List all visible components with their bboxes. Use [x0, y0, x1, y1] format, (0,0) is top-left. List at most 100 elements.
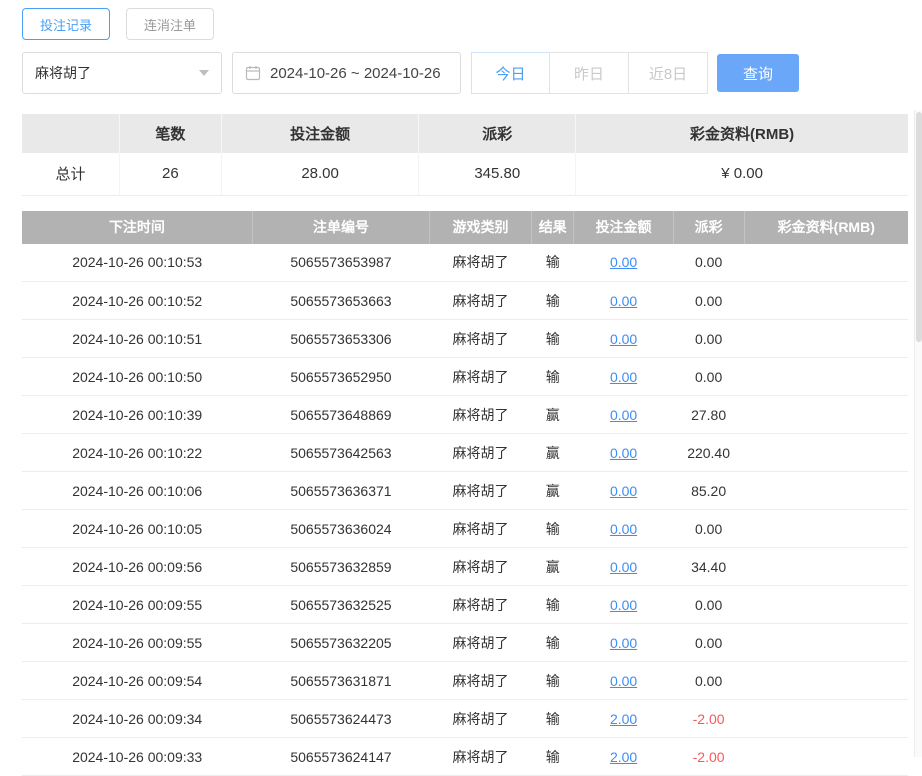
cell-result: 输 — [531, 624, 574, 662]
cell-payout: -2.00 — [673, 700, 744, 738]
top-tab-row: 投注记录 连消注单 — [22, 8, 908, 40]
cell-jackpot — [744, 244, 908, 282]
cell-result: 输 — [531, 510, 574, 548]
cell-result: 输 — [531, 358, 574, 396]
summary-total-row: 总计 26 28.00 345.80 ¥ 0.00 — [22, 153, 908, 195]
vertical-scrollbar[interactable] — [914, 110, 922, 757]
cell-order-no: 5065573632859 — [252, 548, 429, 586]
cell-game-type: 麻将胡了 — [430, 700, 532, 738]
cell-jackpot — [744, 662, 908, 700]
cell-jackpot — [744, 548, 908, 586]
cell-order-no: 5065573652950 — [252, 358, 429, 396]
header-result: 结果 — [531, 211, 574, 244]
cell-bet-amount-link[interactable]: 0.00 — [610, 521, 637, 537]
cell-payout: 27.80 — [673, 396, 744, 434]
tab-betting-records[interactable]: 投注记录 — [22, 8, 110, 40]
cell-bet-time: 2024-10-26 00:10:06 — [22, 472, 252, 510]
calendar-icon — [245, 65, 261, 81]
table-row: 2024-10-26 00:09:55 5065573632205 麻将胡了 输… — [22, 624, 908, 662]
header-order-no: 注单编号 — [252, 211, 429, 244]
cell-bet-amount-link[interactable]: 0.00 — [610, 673, 637, 689]
filter-row: 麻将胡了 2024-10-26 ~ 2024-10-26 今日 昨日 近8日 查… — [22, 52, 908, 94]
cell-order-no: 5065573624473 — [252, 700, 429, 738]
date-range-value: 2024-10-26 ~ 2024-10-26 — [270, 65, 441, 82]
cell-result: 输 — [531, 586, 574, 624]
tab-cancelled-orders[interactable]: 连消注单 — [126, 8, 214, 40]
cell-payout: 0.00 — [673, 662, 744, 700]
cell-game-type: 麻将胡了 — [430, 548, 532, 586]
cell-payout: 0.00 — [673, 282, 744, 320]
cell-payout: 0.00 — [673, 510, 744, 548]
last-8-days-button[interactable]: 近8日 — [629, 52, 708, 94]
cell-game-type: 麻将胡了 — [430, 624, 532, 662]
cell-bet-amount-link[interactable]: 0.00 — [610, 369, 637, 385]
cell-jackpot — [744, 472, 908, 510]
page: 投注记录 连消注单 麻将胡了 2024-10-26 ~ 2024-10-26 今… — [0, 0, 922, 776]
date-range-picker[interactable]: 2024-10-26 ~ 2024-10-26 — [232, 52, 461, 94]
table-row: 2024-10-26 00:10:06 5065573636371 麻将胡了 赢… — [22, 472, 908, 510]
cell-bet-time: 2024-10-26 00:09:34 — [22, 700, 252, 738]
cell-result: 赢 — [531, 472, 574, 510]
cell-bet-amount-link[interactable]: 0.00 — [610, 635, 637, 651]
cell-jackpot — [744, 700, 908, 738]
cell-result: 赢 — [531, 548, 574, 586]
query-button[interactable]: 查询 — [717, 54, 799, 92]
bet-table: 下注时间 注单编号 游戏类别 结果 投注金额 派彩 彩金资料(RMB) 2024… — [22, 211, 908, 776]
cell-jackpot — [744, 358, 908, 396]
cell-game-type: 麻将胡了 — [430, 472, 532, 510]
cell-bet-time: 2024-10-26 00:09:55 — [22, 624, 252, 662]
cell-bet-amount-link[interactable]: 0.00 — [610, 559, 637, 575]
cell-bet-time: 2024-10-26 00:09:55 — [22, 586, 252, 624]
cell-game-type: 麻将胡了 — [430, 434, 532, 472]
cell-bet-time: 2024-10-26 00:10:22 — [22, 434, 252, 472]
header-jackpot: 彩金资料(RMB) — [744, 211, 908, 244]
cell-payout: 85.20 — [673, 472, 744, 510]
cell-order-no: 5065573642563 — [252, 434, 429, 472]
table-row: 2024-10-26 00:09:56 5065573632859 麻将胡了 赢… — [22, 548, 908, 586]
game-select[interactable]: 麻将胡了 — [22, 52, 222, 94]
cell-order-no: 5065573653987 — [252, 244, 429, 282]
cell-result: 输 — [531, 700, 574, 738]
cell-bet-amount-link[interactable]: 0.00 — [610, 331, 637, 347]
cell-bet-amount-link[interactable]: 0.00 — [610, 293, 637, 309]
today-button[interactable]: 今日 — [471, 52, 550, 94]
summary-payout-value: 345.80 — [419, 153, 576, 195]
cell-order-no: 5065573632525 — [252, 586, 429, 624]
cell-bet-amount-link[interactable]: 0.00 — [610, 483, 637, 499]
cell-game-type: 麻将胡了 — [430, 662, 532, 700]
cell-order-no: 5065573636371 — [252, 472, 429, 510]
summary-count-value: 26 — [119, 153, 221, 195]
cell-game-type: 麻将胡了 — [430, 244, 532, 282]
cell-bet-time: 2024-10-26 00:10:51 — [22, 320, 252, 358]
yesterday-button[interactable]: 昨日 — [550, 52, 629, 94]
chevron-down-icon — [199, 70, 209, 76]
cell-bet-time: 2024-10-26 00:10:50 — [22, 358, 252, 396]
header-bet-amount: 投注金额 — [574, 211, 673, 244]
summary-header-jackpot: 彩金资料(RMB) — [576, 114, 908, 153]
cell-result: 赢 — [531, 434, 574, 472]
cell-game-type: 麻将胡了 — [430, 282, 532, 320]
cell-bet-amount-link[interactable]: 0.00 — [610, 445, 637, 461]
game-select-value: 麻将胡了 — [35, 63, 91, 83]
bet-table-body: 2024-10-26 00:10:53 5065573653987 麻将胡了 输… — [22, 244, 908, 776]
cell-jackpot — [744, 434, 908, 472]
cell-jackpot — [744, 282, 908, 320]
cell-payout: 0.00 — [673, 586, 744, 624]
cell-order-no: 5065573632205 — [252, 624, 429, 662]
cell-bet-time: 2024-10-26 00:10:53 — [22, 244, 252, 282]
summary-header-payout: 派彩 — [419, 114, 576, 153]
cell-result: 输 — [531, 320, 574, 358]
cell-order-no: 5065573648869 — [252, 396, 429, 434]
header-payout: 派彩 — [673, 211, 744, 244]
scrollbar-thumb[interactable] — [916, 112, 922, 342]
cell-bet-amount-link[interactable]: 2.00 — [610, 711, 637, 727]
cell-bet-amount-link[interactable]: 0.00 — [610, 407, 637, 423]
cell-bet-amount-link[interactable]: 0.00 — [610, 597, 637, 613]
cell-bet-amount-link[interactable]: 0.00 — [610, 254, 637, 270]
cell-game-type: 麻将胡了 — [430, 586, 532, 624]
summary-header-blank — [22, 114, 119, 153]
table-row: 2024-10-26 00:10:51 5065573653306 麻将胡了 输… — [22, 320, 908, 358]
cell-jackpot — [744, 624, 908, 662]
table-row: 2024-10-26 00:10:39 5065573648869 麻将胡了 赢… — [22, 396, 908, 434]
table-row: 2024-10-26 00:09:55 5065573632525 麻将胡了 输… — [22, 586, 908, 624]
